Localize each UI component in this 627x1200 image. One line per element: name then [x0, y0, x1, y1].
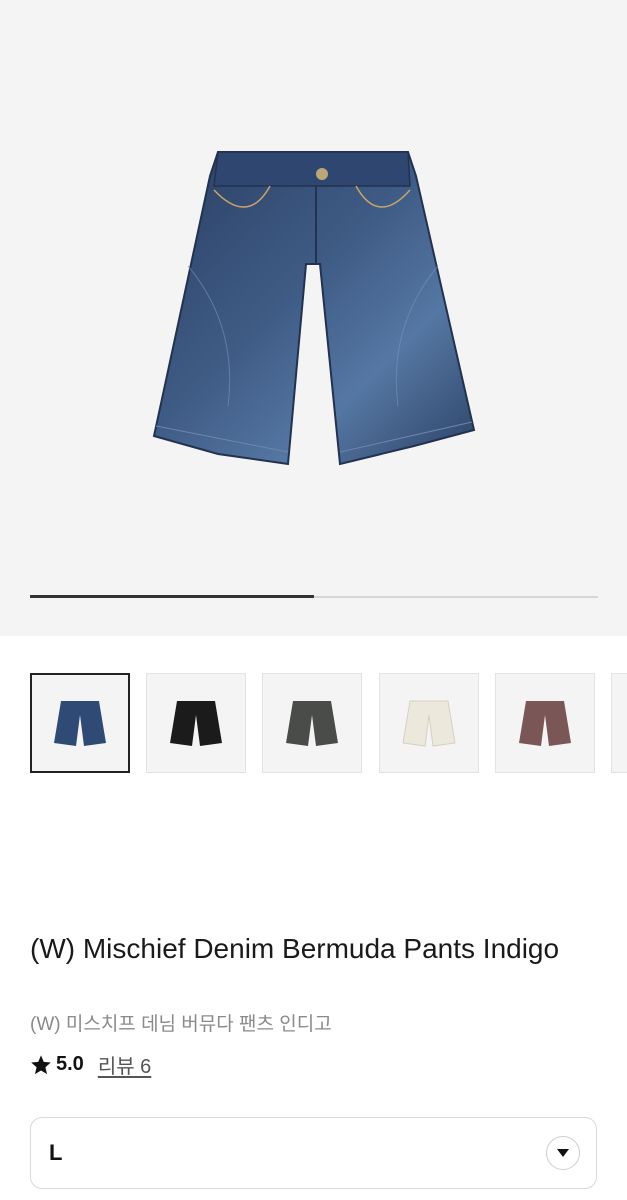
- chevron-down-icon[interactable]: [546, 1136, 580, 1170]
- review-count-link[interactable]: 리뷰 6: [98, 1050, 151, 1079]
- shorts-icon: [54, 701, 106, 746]
- size-select[interactable]: L: [30, 1117, 597, 1189]
- product-subtitle-korean: (W) 미스치프 데님 버뮤다 팬츠 인디고: [30, 1014, 332, 1035]
- thumbnail-brown[interactable]: [495, 673, 595, 773]
- shorts-icon: [519, 701, 571, 746]
- carousel-progress-fill: [30, 595, 314, 598]
- product-image-carousel[interactable]: [0, 0, 627, 636]
- carousel-progress-bar: [30, 595, 598, 598]
- thumbnail-strip[interactable]: [0, 673, 627, 776]
- thumbnail-ecru[interactable]: [379, 673, 479, 773]
- shorts-icon: [286, 701, 338, 746]
- thumbnail-washed-black[interactable]: [262, 673, 362, 773]
- shorts-icon: [170, 701, 222, 746]
- rating-row: 5.0 리뷰 6: [30, 1050, 151, 1079]
- star-icon: [31, 1054, 51, 1074]
- shorts-icon: [402, 700, 456, 747]
- thumbnail-partial[interactable]: [611, 673, 627, 773]
- rating-value: 5.0: [56, 1053, 84, 1075]
- product-title: (W) Mischief Denim Bermuda Pants Indigo: [30, 933, 560, 964]
- thumbnail-black[interactable]: [146, 673, 246, 773]
- product-main-image: [152, 151, 476, 466]
- thumbnail-indigo[interactable]: [30, 673, 130, 773]
- selected-size: L: [49, 1140, 63, 1165]
